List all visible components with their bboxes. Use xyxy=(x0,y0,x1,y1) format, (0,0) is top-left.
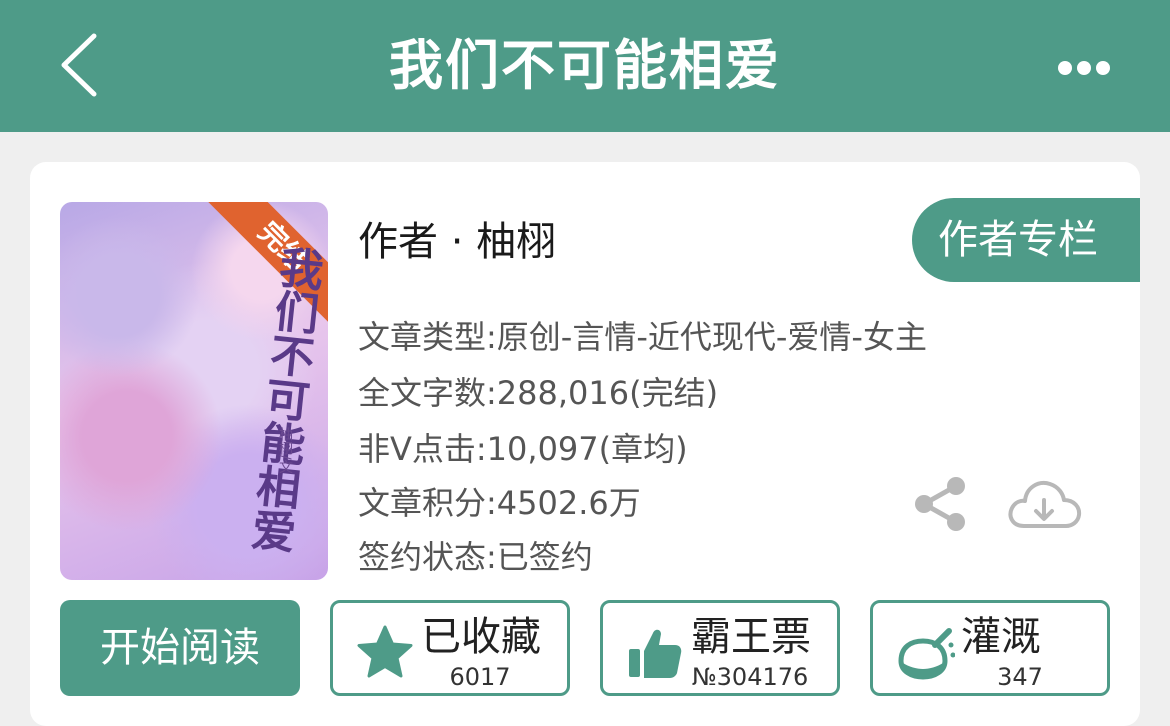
non-vip-clicks: 非V点击:10,097(章均) xyxy=(358,430,688,468)
ticket-button[interactable]: 霸王票 №304176 xyxy=(600,600,840,696)
ticket-label: 霸王票 xyxy=(691,614,811,660)
nutrient-count: 347 xyxy=(997,663,1043,691)
author-column-button[interactable]: 作者专栏 xyxy=(912,198,1140,282)
star-icon xyxy=(357,625,413,678)
book-info-card: 完结 我们不可能相爱 柚栩/文 作者 · 柚栩 作者专栏 文章类型:原创-言情-… xyxy=(30,162,1140,726)
ticket-count: №304176 xyxy=(691,663,809,691)
word-count: 全文字数:288,016(完结) xyxy=(358,374,719,412)
favorite-button[interactable]: 已收藏 6017 xyxy=(330,600,570,696)
download-icon[interactable] xyxy=(1006,476,1082,532)
more-icon[interactable] xyxy=(1056,58,1112,78)
watering-icon xyxy=(898,628,955,680)
favorite-label: 已收藏 xyxy=(421,614,541,660)
favorite-count: 6017 xyxy=(449,663,511,691)
author-name[interactable]: 作者 · 柚栩 xyxy=(358,214,556,270)
top-navigation-bar: 我们不可能相爱 xyxy=(0,0,1170,132)
book-cover[interactable]: 完结 我们不可能相爱 柚栩/文 xyxy=(60,202,328,580)
nutrient-button[interactable]: 灌溉 347 xyxy=(870,600,1110,696)
share-icon[interactable] xyxy=(912,476,968,532)
start-reading-button[interactable]: 开始阅读 xyxy=(60,600,300,696)
cover-author: 柚栩/文 xyxy=(277,427,293,474)
nutrient-label: 灌溉 xyxy=(961,614,1041,660)
article-score: 文章积分:4502.6万 xyxy=(358,484,641,522)
thumbs-up-icon xyxy=(629,629,682,678)
contract-status: 签约状态:已签约 xyxy=(358,538,593,576)
article-type: 文章类型:原创-言情-近代现代-爱情-女主 xyxy=(358,318,927,356)
page-title: 我们不可能相爱 xyxy=(389,34,781,97)
cover-title: 我们不可能相爱 xyxy=(241,242,325,555)
